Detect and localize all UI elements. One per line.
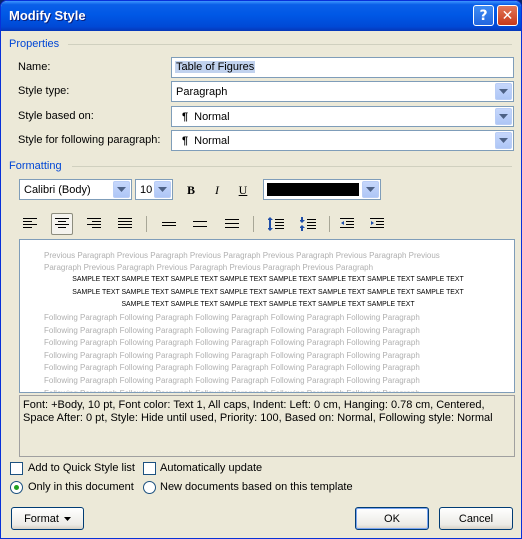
auto-update-checkbox[interactable] xyxy=(143,462,156,475)
following-value: Normal xyxy=(194,135,230,147)
preview-following-line: Following Paragraph Following Paragraph … xyxy=(44,338,420,347)
toolbar-separator xyxy=(253,216,254,232)
font-size-select[interactable]: 10 xyxy=(135,179,173,200)
add-quick-style-checkbox[interactable] xyxy=(10,462,23,475)
toolbar-separator xyxy=(146,216,147,232)
font-name-select[interactable]: Calibri (Body) xyxy=(19,179,132,200)
align-right-icon[interactable] xyxy=(83,213,105,235)
based-on-select[interactable]: ¶ Normal xyxy=(171,106,514,127)
preview-sample-line: SAMPLE TEXT SAMPLE TEXT SAMPLE TEXT SAMP… xyxy=(72,276,464,283)
single-spacing-icon[interactable] xyxy=(158,213,180,235)
bold-button[interactable]: B xyxy=(180,179,202,201)
justify-icon[interactable] xyxy=(114,213,136,235)
font-color-dropdown[interactable] xyxy=(361,180,380,199)
font-size-value: 10 xyxy=(140,184,153,196)
format-button[interactable]: Format xyxy=(11,507,84,530)
chevron-down-icon[interactable] xyxy=(495,132,512,149)
format-button-label: Format xyxy=(24,512,59,525)
triangle-down-icon xyxy=(63,516,71,521)
increase-indent-icon[interactable] xyxy=(367,213,389,235)
preview-sample-line: SAMPLE TEXT SAMPLE TEXT SAMPLE TEXT SAMP… xyxy=(72,289,464,296)
preview-following-line: Following Paragraph Following Paragraph … xyxy=(44,388,464,392)
following-style-select[interactable]: ¶ Normal xyxy=(171,130,514,151)
based-on-label: Style based on: xyxy=(18,110,94,122)
pilcrow-icon: ¶ xyxy=(182,111,189,123)
properties-divider xyxy=(68,44,512,45)
preview-following-line: Following Paragraph Following Paragraph … xyxy=(44,376,420,385)
following-label: Style for following paragraph: xyxy=(18,134,161,146)
preview-following-line: Following Paragraph Following Paragraph … xyxy=(44,363,420,372)
cancel-button[interactable]: Cancel xyxy=(439,507,513,530)
double-spacing-icon[interactable] xyxy=(221,213,243,235)
new-documents-label[interactable]: New documents based on this template xyxy=(160,481,353,493)
pilcrow-icon: ¶ xyxy=(182,135,189,147)
title-bar: Modify Style ? ✕ xyxy=(1,1,521,31)
chevron-down-icon[interactable] xyxy=(113,181,130,198)
formatting-divider xyxy=(72,166,512,167)
one-half-spacing-icon[interactable] xyxy=(189,213,211,235)
style-type-select[interactable]: Paragraph xyxy=(171,81,514,102)
window-title: Modify Style xyxy=(9,8,86,23)
add-quick-style-label[interactable]: Add to Quick Style list xyxy=(28,462,135,474)
align-left-icon[interactable] xyxy=(19,213,41,235)
preview-following-line: Following Paragraph Following Paragraph … xyxy=(44,313,420,322)
font-name-value: Calibri (Body) xyxy=(24,184,91,196)
name-label: Name: xyxy=(18,61,51,73)
decrease-paragraph-spacing-icon[interactable] xyxy=(297,213,319,235)
chevron-down-icon[interactable] xyxy=(495,108,512,125)
auto-update-label[interactable]: Automatically update xyxy=(160,462,262,474)
new-documents-radio[interactable] xyxy=(143,481,156,494)
preview-following-line: Following Paragraph Following Paragraph … xyxy=(44,326,420,335)
decrease-indent-icon[interactable] xyxy=(337,213,359,235)
ok-button[interactable]: OK xyxy=(355,507,429,530)
help-button[interactable]: ? xyxy=(473,5,494,26)
based-on-value: Normal xyxy=(194,111,230,123)
preview-previous-line: Previous Paragraph Previous Paragraph Pr… xyxy=(44,251,440,260)
only-this-document-label[interactable]: Only in this document xyxy=(28,481,134,493)
preview-following-line: Following Paragraph Following Paragraph … xyxy=(44,351,420,360)
only-this-document-radio[interactable] xyxy=(10,481,23,494)
name-field[interactable]: Table of Figures xyxy=(171,57,514,78)
preview-sample-line: SAMPLE TEXT SAMPLE TEXT SAMPLE TEXT SAMP… xyxy=(121,301,415,308)
style-type-value: Paragraph xyxy=(176,86,228,98)
increase-paragraph-spacing-icon[interactable] xyxy=(265,213,287,235)
name-value: Table of Figures xyxy=(175,61,256,73)
properties-section-label: Properties xyxy=(9,38,60,50)
font-color-swatch xyxy=(267,183,359,196)
italic-button[interactable]: I xyxy=(206,179,228,201)
align-center-icon[interactable] xyxy=(51,213,73,235)
dialog-body: Properties Name: Table of Figures Style … xyxy=(4,31,518,537)
chevron-down-icon[interactable] xyxy=(154,181,171,198)
radio-selected-dot xyxy=(14,485,19,490)
close-button[interactable]: ✕ xyxy=(497,5,518,26)
style-type-label: Style type: xyxy=(18,85,70,97)
modify-style-dialog: Modify Style ? ✕ Properties Name: Table … xyxy=(0,0,522,539)
style-description: Font: +Body, 10 pt, Font color: Text 1, … xyxy=(19,395,515,457)
underline-button[interactable]: U xyxy=(232,179,254,201)
toolbar-separator xyxy=(329,216,330,232)
font-color-select[interactable] xyxy=(263,179,381,200)
formatting-section-label: Formatting xyxy=(9,160,62,172)
preview-previous-line: Paragraph Previous Paragraph Previous Pa… xyxy=(44,263,374,272)
chevron-down-icon[interactable] xyxy=(495,83,512,100)
style-preview: Previous Paragraph Previous Paragraph Pr… xyxy=(19,239,515,393)
chevron-down-icon[interactable] xyxy=(362,181,379,198)
